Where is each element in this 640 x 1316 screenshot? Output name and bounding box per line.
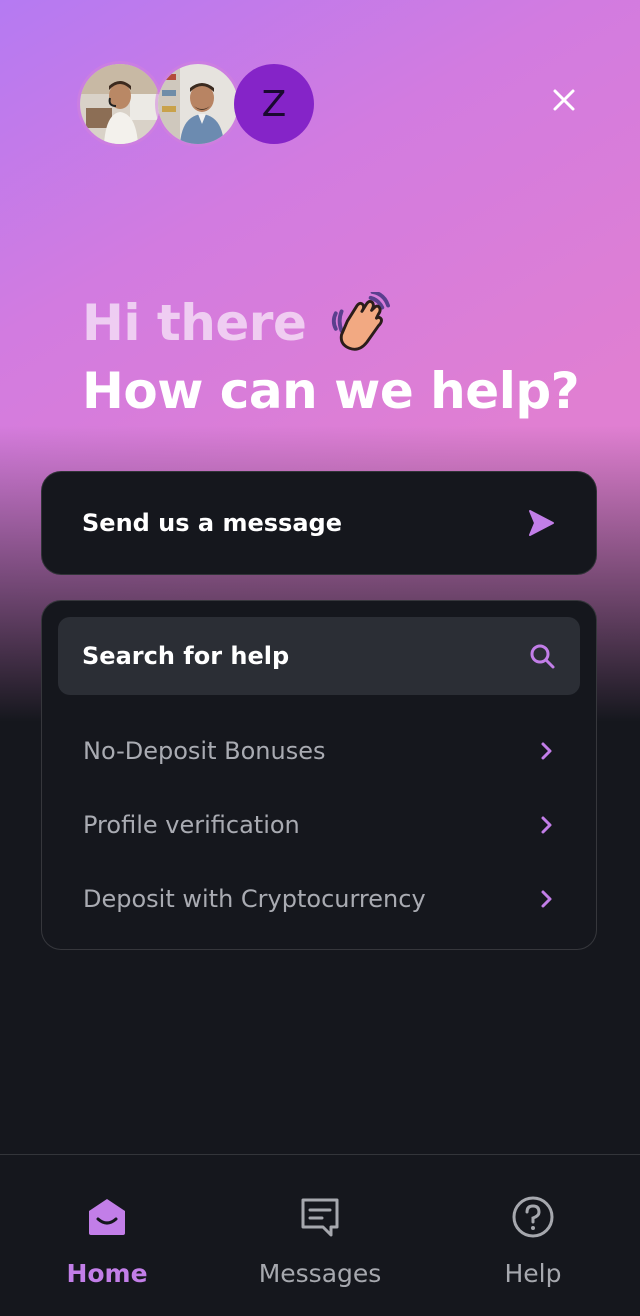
search-help-input[interactable]: Search for help [58,617,580,695]
help-article-item[interactable]: No-Deposit Bonuses [42,714,598,788]
help-article-label: Profile verification [83,811,300,839]
help-article-list: No-Deposit Bonuses Profile verification … [42,714,598,936]
search-help-label: Search for help [82,642,290,670]
nav-tab-home[interactable]: Home [7,1155,207,1315]
close-button[interactable] [542,78,586,122]
team-avatars: Z [80,64,320,144]
greeting-line-2: How can we help? [82,362,580,420]
help-article-item[interactable]: Profile verification [42,788,598,862]
close-icon [553,89,575,111]
chevron-right-icon [541,816,552,834]
help-icon [512,1196,554,1238]
messages-icon [301,1198,339,1237]
avatar [158,64,238,144]
avatar-initial-text: Z [261,83,287,125]
chevron-right-icon [541,890,552,908]
waving-hand-emoji-icon [328,290,391,354]
search-icon [530,644,555,669]
help-article-label: No-Deposit Bonuses [83,737,326,765]
home-icon [89,1199,125,1235]
send-arrow-icon [529,510,554,536]
greeting-line-1: Hi there [82,290,579,356]
send-message-label: Send us a message [82,509,342,537]
nav-tab-help[interactable]: Help [433,1155,633,1315]
nav-tab-messages[interactable]: Messages [220,1155,420,1315]
nav-label-help: Help [504,1259,562,1288]
agent-photo-smiling-icon [158,64,238,144]
send-message-button[interactable]: Send us a message [41,471,597,575]
avatar [80,64,160,144]
greeting-hi-text: Hi there [82,294,307,352]
agent-photo-headset-icon [80,64,160,144]
help-article-item[interactable]: Deposit with Cryptocurrency [42,862,598,936]
help-card: Search for help No-Deposit Bonuses Profi… [41,600,597,950]
avatar-initial: Z [234,64,314,144]
greeting: Hi there How can we help? [82,290,580,426]
help-article-label: Deposit with Cryptocurrency [83,885,426,913]
bottom-navigation: Home Messages Help [0,1154,640,1316]
nav-label-home: Home [66,1259,148,1288]
nav-label-messages: Messages [258,1259,382,1288]
chevron-right-icon [541,742,552,760]
